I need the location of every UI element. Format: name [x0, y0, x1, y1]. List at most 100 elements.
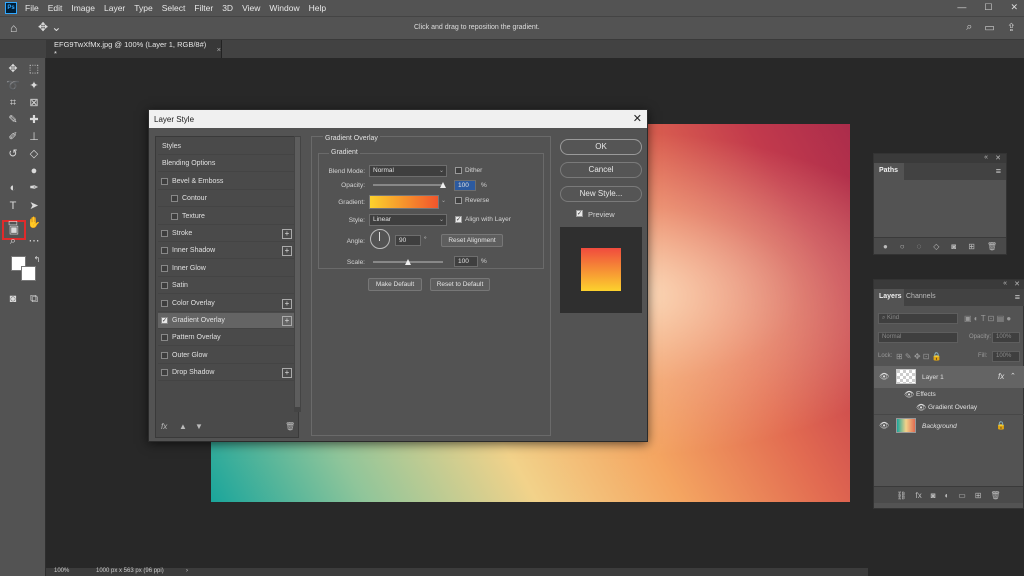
fill-path-icon[interactable]: ●: [883, 242, 888, 251]
swap-colors-icon[interactable]: ↰: [30, 253, 44, 267]
minimize-button[interactable]: —: [957, 2, 966, 13]
frame-icon[interactable]: ⊠: [27, 96, 41, 110]
visibility-eye-icon[interactable]: 👁: [904, 390, 914, 399]
maximize-button[interactable]: ☐: [984, 2, 992, 13]
reset-to-default-button[interactable]: Reset to Default: [430, 278, 490, 291]
style-item-inner-shadow[interactable]: Inner Shadow +: [158, 243, 294, 260]
stroke-path-icon[interactable]: ○: [900, 242, 905, 251]
menu-edit[interactable]: Edit: [48, 3, 63, 13]
opacity-slider[interactable]: [373, 184, 443, 186]
reset-alignment-button[interactable]: Reset Alignment: [441, 234, 503, 247]
close-panel-icon[interactable]: ✕: [1014, 280, 1020, 288]
panel-menu-icon[interactable]: ≡: [1015, 292, 1020, 302]
layer-blend-mode[interactable]: Normal: [878, 332, 958, 343]
styles-scrollbar-thumb[interactable]: [295, 137, 300, 407]
layer-row-layer-1[interactable]: 👁 Layer 1 fx ⌃: [874, 366, 1024, 388]
style-checkbox[interactable]: [161, 299, 168, 307]
more-tools-icon[interactable]: ⋯: [27, 234, 41, 248]
style-item-bevel-emboss[interactable]: Bevel & Emboss: [158, 174, 294, 190]
path-selection-icon[interactable]: ➤: [27, 199, 41, 213]
move-tool-icon[interactable]: ✥ ⌄: [38, 20, 61, 34]
workspace-icon[interactable]: ▭: [984, 21, 994, 34]
healing-brush-icon[interactable]: ✚: [27, 113, 41, 127]
opacity-slider-thumb[interactable]: [440, 182, 446, 188]
move-down-icon[interactable]: ▼: [195, 422, 203, 431]
add-mask-icon[interactable]: ◙: [951, 242, 956, 251]
menu-help[interactable]: Help: [309, 3, 326, 13]
menu-file[interactable]: File: [25, 3, 39, 13]
visibility-eye-icon[interactable]: 👁: [879, 372, 889, 381]
move-icon[interactable]: ✥: [6, 62, 20, 76]
style-item-stroke[interactable]: Stroke +: [158, 226, 294, 242]
preview-checkbox[interactable]: ✓: [576, 210, 583, 217]
visibility-eye-icon[interactable]: 👁: [916, 403, 926, 412]
new-group-icon[interactable]: ▭: [958, 491, 966, 500]
quick-mask-icon[interactable]: ◙: [6, 292, 20, 306]
add-style-instance-icon[interactable]: +: [282, 316, 292, 326]
style-checkbox[interactable]: [171, 212, 178, 220]
lasso-icon[interactable]: ➰: [6, 79, 20, 93]
background-color-swatch[interactable]: [21, 266, 36, 281]
style-checkbox[interactable]: [161, 247, 168, 255]
style-item-outer-glow[interactable]: Outer Glow: [158, 348, 294, 364]
panel-menu-icon[interactable]: ≡: [996, 166, 1001, 176]
style-checkbox[interactable]: [161, 334, 168, 342]
eraser-icon[interactable]: ◇: [27, 147, 41, 161]
layer-row-background[interactable]: 👁 Background 🔒: [874, 414, 1024, 436]
effects-row[interactable]: 👁 Effects: [874, 388, 1024, 401]
add-style-instance-icon[interactable]: +: [282, 368, 292, 379]
marquee-icon[interactable]: ⬚: [27, 62, 41, 76]
layer-kind-filter[interactable]: ⌕ Kind: [878, 313, 958, 324]
fx-icon[interactable]: fx: [161, 422, 167, 431]
make-default-button[interactable]: Make Default: [368, 278, 422, 291]
menu-layer[interactable]: Layer: [104, 3, 125, 13]
magic-wand-icon[interactable]: ✦: [27, 79, 41, 93]
menu-type[interactable]: Type: [134, 3, 152, 13]
gradient-overlay-effect-row[interactable]: 👁 Gradient Overlay: [874, 401, 1024, 414]
stamp-icon[interactable]: ⊥: [27, 130, 41, 144]
style-checkbox[interactable]: [161, 369, 168, 377]
dither-checkbox[interactable]: [455, 167, 462, 174]
collapse-icon[interactable]: «: [1003, 280, 1007, 287]
blur-icon[interactable]: ●: [27, 164, 41, 178]
new-style-button[interactable]: New Style...: [560, 186, 642, 202]
make-path-icon[interactable]: ◇: [933, 242, 939, 251]
close-panel-icon[interactable]: ✕: [995, 154, 1001, 162]
style-item-pattern-overlay[interactable]: Pattern Overlay: [158, 330, 294, 347]
style-item-contour[interactable]: Contour: [158, 191, 294, 208]
angle-dial[interactable]: [370, 229, 390, 249]
layer-opacity-input[interactable]: 100%: [992, 332, 1020, 343]
menu-image[interactable]: Image: [71, 3, 95, 13]
dialog-title-bar[interactable]: Layer Style ✕: [149, 110, 647, 128]
style-checkbox[interactable]: [161, 230, 168, 237]
adjustment-layer-icon[interactable]: ◐: [944, 491, 949, 500]
menu-view[interactable]: View: [242, 3, 260, 13]
lock-icons[interactable]: ⊞ ✎ ✥ ⊡ 🔒: [896, 352, 942, 361]
menu-filter[interactable]: Filter: [194, 3, 213, 13]
delete-path-icon[interactable]: 🗑: [987, 242, 997, 251]
style-checkbox[interactable]: [171, 195, 178, 203]
add-style-instance-icon[interactable]: +: [282, 246, 292, 257]
style-checkbox[interactable]: ✓: [161, 317, 168, 324]
screen-mode-icon[interactable]: ⧉: [27, 292, 41, 306]
search-icon[interactable]: ⌕: [966, 21, 972, 34]
dodge-icon[interactable]: ◐: [6, 181, 20, 195]
document-tab[interactable]: EFG9TwXfMx.jpg @ 100% (Layer 1, RGB/8#) …: [46, 40, 222, 58]
hand-icon[interactable]: ✋: [27, 216, 41, 230]
ok-button[interactable]: OK: [560, 139, 642, 155]
reverse-checkbox[interactable]: [455, 197, 462, 204]
style-item-drop-shadow[interactable]: Drop Shadow +: [158, 365, 294, 382]
chevron-down-icon[interactable]: ⌄: [441, 197, 446, 204]
layer-fill-input[interactable]: 100%: [992, 351, 1020, 362]
close-window-button[interactable]: ✕: [1010, 2, 1018, 13]
scale-slider-thumb[interactable]: [405, 259, 411, 265]
gradient-swatch[interactable]: [369, 195, 439, 209]
angle-input[interactable]: 90: [395, 235, 421, 246]
lock-icon[interactable]: 🔒: [996, 421, 1006, 430]
collapse-icon[interactable]: «: [984, 154, 988, 161]
menu-select[interactable]: Select: [162, 3, 186, 13]
eyedropper-icon[interactable]: ✎: [6, 113, 20, 127]
tab-paths[interactable]: Paths: [874, 163, 904, 180]
scale-input[interactable]: 100: [454, 256, 478, 267]
crop-icon[interactable]: ⌗: [6, 96, 20, 110]
